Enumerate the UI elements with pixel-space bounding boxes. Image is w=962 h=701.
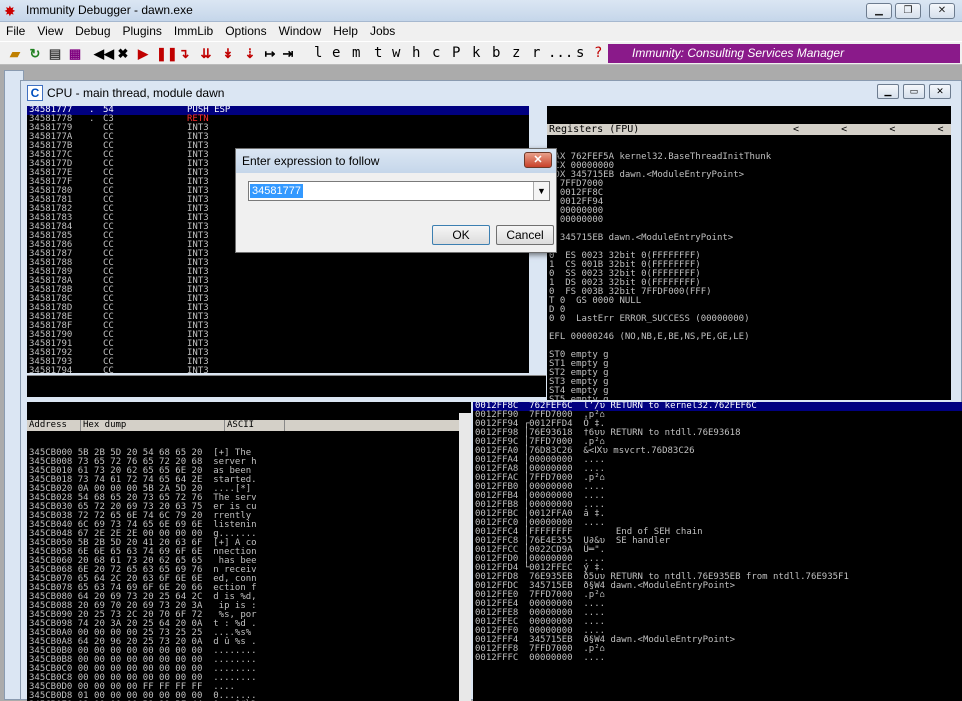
expression-input[interactable]: 34581777: [250, 184, 303, 198]
toolbar: ▰ ↻ ▤ ▦ ◀◀ ✖ ▶ ❚❚ ↴ ⇊ ↡ ⇣ ↦ ⇥ l e m t w …: [0, 41, 962, 65]
disasm-addr: 34581794: [29, 366, 73, 374]
toolbar-k[interactable]: k: [472, 45, 480, 62]
cpu-minimize-button[interactable]: ▁: [877, 84, 899, 99]
cpu-window-icon: C: [27, 85, 43, 101]
close-button[interactable]: ✕: [929, 3, 955, 19]
rewind-icon[interactable]: ◀◀: [94, 45, 114, 62]
toolbar-c[interactable]: c: [432, 45, 440, 62]
step-into-icon[interactable]: ↴: [176, 45, 192, 62]
disasm-instr: INT3: [187, 366, 209, 374]
register-line[interactable]: ST5 empty g: [547, 396, 951, 401]
goto-icon[interactable]: ⇥: [280, 45, 296, 62]
toolbar-z[interactable]: z: [512, 45, 520, 62]
register-lines: EAX 762FEF5A kernel32.BaseThreadInitThun…: [547, 153, 951, 401]
help-icon[interactable]: ?: [594, 45, 602, 62]
step-over-icon[interactable]: ⇊: [198, 45, 214, 62]
pause-icon[interactable]: ❚❚: [156, 45, 178, 62]
toolbar-l[interactable]: l: [314, 45, 322, 62]
open-folder-icon[interactable]: ▰: [6, 45, 24, 62]
register-line[interactable]: I 00000000: [547, 207, 951, 216]
close-debuggee-icon[interactable]: ▤: [46, 45, 64, 62]
toolbar-t[interactable]: t: [374, 45, 382, 62]
register-line[interactable]: P 345715EB dawn.<ModuleEntryPoint>: [547, 234, 951, 243]
menu-file[interactable]: File: [0, 22, 31, 40]
toolbar-h[interactable]: h: [412, 45, 420, 62]
toolbar-ellipsis[interactable]: ...: [548, 45, 573, 62]
cpu-window-title: CPU - main thread, module dawn: [47, 86, 225, 100]
hex-dump-pane[interactable]: Address Hex dump ASCII 345CB000 5B 2B 5D…: [27, 402, 471, 701]
follow-expression-dialog: Enter expression to follow ✕ 34581777 ▼ …: [235, 148, 557, 253]
register-line[interactable]: P 0012FF8C: [547, 189, 951, 198]
minimize-button[interactable]: ▁: [866, 3, 892, 19]
disasm-row[interactable]: 34581794 CC INT3: [27, 366, 529, 374]
ok-button[interactable]: OK: [432, 225, 490, 245]
dump-rows: 345CB000 5B 2B 5D 20 54 68 65 20 [+] The…: [27, 449, 471, 701]
run-icon[interactable]: ▶: [136, 45, 150, 62]
dump-col-address[interactable]: Address: [27, 420, 81, 431]
dialog-title-bar: Enter expression to follow ✕: [236, 149, 556, 173]
maximize-button[interactable]: ❐: [895, 3, 921, 19]
python-shell-icon[interactable]: ▦: [66, 45, 84, 62]
toolbar-e[interactable]: e: [332, 45, 340, 62]
dialog-title: Enter expression to follow: [242, 154, 380, 168]
title-bar: ✸ Immunity Debugger - dawn.exe ▁ ❐ ✕: [0, 0, 962, 22]
restart-icon[interactable]: ↻: [26, 45, 44, 62]
chevron-down-icon[interactable]: ▼: [533, 182, 549, 200]
dump-col-hex[interactable]: Hex dump: [81, 420, 225, 431]
dialog-close-button[interactable]: ✕: [524, 152, 552, 168]
trace-over-icon[interactable]: ⇣: [242, 45, 258, 62]
info-pane: [27, 375, 546, 397]
stack-pane[interactable]: 0012FF8C 762FEF6C l’/υ RETURN to kernel3…: [473, 402, 962, 701]
dump-col-ascii[interactable]: ASCII: [225, 420, 285, 431]
registers-pane[interactable]: Registers (FPU) < < < < EAX 762FEF5A kern…: [547, 106, 951, 400]
cpu-maximize-button[interactable]: ▭: [903, 84, 925, 99]
register-line[interactable]: X 7FFD7000: [547, 180, 951, 189]
execute-till-return-icon[interactable]: ↦: [262, 45, 278, 62]
window-title: Immunity Debugger - dawn.exe: [26, 3, 193, 17]
menu-immlib[interactable]: ImmLib: [168, 22, 219, 40]
cancel-button[interactable]: Cancel: [496, 225, 554, 245]
register-line[interactable]: I 00000000: [547, 216, 951, 225]
toolbar-w[interactable]: w: [392, 45, 400, 62]
cpu-close-button[interactable]: ✕: [929, 84, 951, 99]
register-line[interactable]: EDX 345715EB dawn.<ModuleEntryPoint>: [547, 171, 951, 180]
dump-scrollbar[interactable]: [459, 413, 471, 701]
toolbar-s[interactable]: s: [576, 45, 584, 62]
menu-window[interactable]: Window: [273, 22, 328, 40]
immunity-logo-icon: ✸: [4, 3, 16, 19]
toolbar-p[interactable]: P: [452, 45, 460, 62]
stop-icon[interactable]: ✖: [116, 45, 130, 62]
trace-into-icon[interactable]: ↡: [220, 45, 236, 62]
registers-header[interactable]: Registers (FPU) < < < <: [547, 124, 951, 135]
disasm-sep: .: [89, 114, 95, 124]
register-line[interactable]: T 0 GS 0000 NULL: [547, 297, 951, 306]
disasm-hex: CC: [103, 366, 114, 374]
register-line[interactable]: P 0012FF94: [547, 198, 951, 207]
expression-combobox[interactable]: 34581777 ▼: [248, 181, 550, 201]
register-line[interactable]: EFL 00000246 (NO,NB,E,BE,NS,PE,GE,LE): [547, 333, 951, 342]
register-line[interactable]: 0 0 LastErr ERROR_SUCCESS (00000000): [547, 315, 951, 324]
menu-bar: File View Debug Plugins ImmLib Options Window H…: [0, 22, 962, 41]
toolbar-b[interactable]: b: [492, 45, 500, 62]
menu-debug[interactable]: Debug: [69, 22, 116, 40]
menu-view[interactable]: View: [31, 22, 69, 40]
menu-help[interactable]: Help: [327, 22, 364, 40]
dump-header: Address Hex dump ASCII: [27, 420, 471, 431]
stack-row[interactable]: 0012FFFC 00000000 ....: [473, 654, 962, 663]
menu-jobs[interactable]: Jobs: [364, 22, 401, 40]
toolbar-r[interactable]: r: [532, 45, 540, 62]
menu-options[interactable]: Options: [219, 22, 272, 40]
consulting-banner[interactable]: Immunity: Consulting Services Manager: [608, 44, 960, 63]
toolbar-m[interactable]: m: [352, 45, 360, 62]
menu-plugins[interactable]: Plugins: [117, 22, 168, 40]
